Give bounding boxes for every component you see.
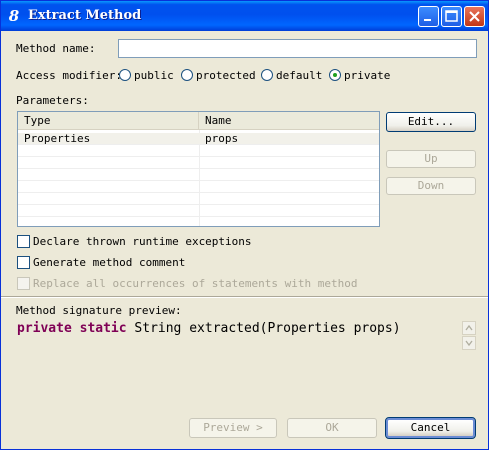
replace-occurrences-label: Replace all occurrences of statements wi… — [33, 277, 358, 290]
radio-private[interactable] — [329, 69, 341, 81]
radio-private-label: private — [344, 69, 391, 82]
window-title: Extract Method — [28, 8, 142, 23]
preview-scroll-up[interactable] — [462, 321, 476, 335]
edit-button[interactable]: Edit... — [386, 112, 476, 132]
parameters-table[interactable]: Type Name Properties props — [17, 111, 380, 227]
cell-name: props — [205, 132, 239, 145]
extract-method-dialog: 8 Extract Method Method name: Access mod… — [0, 0, 489, 450]
preview-button[interactable]: Preview > — [189, 418, 277, 438]
generate-comment-checkbox[interactable] — [17, 256, 30, 269]
down-button[interactable]: Down — [386, 177, 476, 195]
parameters-label: Parameters: — [16, 94, 89, 107]
empty-row — [18, 169, 379, 181]
app-icon: 8 — [8, 7, 20, 25]
cell-type: Properties — [24, 132, 91, 145]
signature-rest: String extracted(Properties props) — [134, 321, 401, 336]
table-header: Type Name — [18, 112, 379, 130]
ok-button[interactable]: OK — [287, 418, 377, 438]
empty-row — [18, 217, 379, 226]
generate-comment-label: Generate method comment — [33, 256, 186, 269]
chevron-down-icon — [465, 340, 473, 347]
column-header-type[interactable]: Type — [18, 112, 199, 129]
up-button[interactable]: Up — [386, 150, 476, 168]
maximize-icon — [445, 10, 458, 22]
chevron-up-icon — [465, 324, 473, 331]
radio-default-label: default — [276, 69, 323, 82]
method-name-input[interactable] — [118, 39, 477, 58]
declare-exceptions-checkbox[interactable] — [17, 235, 30, 248]
keyword-static: static — [79, 321, 127, 336]
close-button[interactable] — [464, 6, 485, 27]
signature-preview-text[interactable]: private static String extracted(Properti… — [17, 320, 401, 337]
empty-row — [18, 157, 379, 169]
radio-public[interactable] — [119, 69, 131, 81]
empty-row — [18, 193, 379, 205]
column-header-name[interactable]: Name — [199, 112, 379, 129]
radio-protected[interactable] — [181, 69, 193, 81]
minimize-button[interactable] — [418, 6, 439, 27]
cancel-button[interactable]: Cancel — [385, 417, 476, 439]
empty-row — [18, 145, 379, 157]
maximize-button[interactable] — [441, 6, 462, 27]
signature-preview-label: Method signature preview: — [16, 304, 182, 317]
radio-public-label: public — [134, 69, 174, 82]
radio-default[interactable] — [261, 69, 273, 81]
keyword-private: private — [17, 321, 72, 336]
radio-protected-label: protected — [196, 69, 256, 82]
table-row[interactable]: Properties props — [18, 133, 379, 145]
separator — [1, 296, 488, 298]
declare-exceptions-label: Declare thrown runtime exceptions — [33, 235, 252, 248]
empty-row — [18, 181, 379, 193]
preview-scroll-down[interactable] — [462, 336, 476, 350]
access-modifier-label: Access modifier: — [16, 69, 122, 82]
title-bar[interactable]: 8 Extract Method — [1, 1, 488, 31]
close-icon — [469, 11, 480, 22]
method-name-label: Method name: — [16, 42, 96, 55]
replace-occurrences-checkbox — [17, 277, 30, 290]
empty-row — [18, 205, 379, 217]
minimize-icon — [424, 19, 431, 21]
